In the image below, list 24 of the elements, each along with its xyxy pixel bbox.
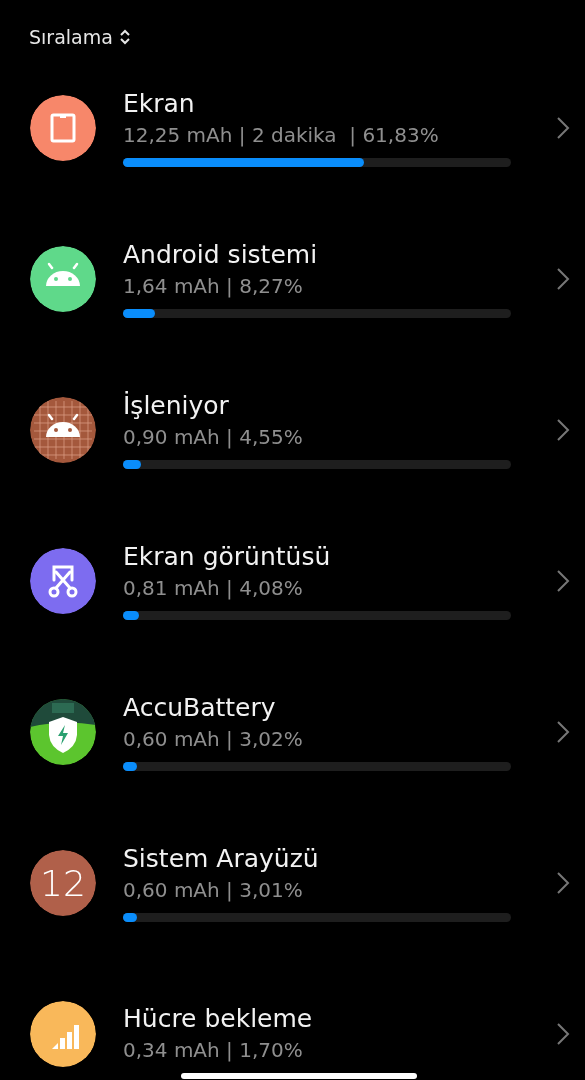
app-name: Ekran [123,88,196,120]
app-name: Sistem Arayüzü [123,843,320,875]
chevron-right-icon[interactable] [556,568,570,593]
usage-text: 0,81 mAh | 4,08% [123,575,303,602]
app-name: Ekran görüntüsü [123,541,332,573]
chevron-right-icon[interactable] [556,115,570,140]
app-name: İşleniyor [123,390,230,422]
chevron-right-icon[interactable] [556,1021,570,1046]
chevron-right-icon[interactable] [556,266,570,291]
chevron-right-icon[interactable] [556,870,570,895]
app-name: Android sistemi [123,239,319,271]
chevron-right-icon[interactable] [556,417,570,442]
usage-text: 0,90 mAh | 4,55% [123,424,303,451]
chevron-right-icon[interactable] [556,719,570,744]
usage-text: 0,60 mAh | 3,01% [123,877,303,904]
usage-text: 0,34 mAh | 1,70% [123,1036,303,1064]
sort-icon [118,28,131,46]
usage-text: 12,25 mAh | 2 dakika | 61,83% [123,122,439,149]
usage-text: 0,60 mAh | 3,02% [123,726,303,753]
logo-icon: 12 [30,849,96,916]
app-name: AccuBattery [123,692,277,724]
app-name: Hücre bekleme [123,1002,314,1035]
sort-button[interactable]: Sıralama [29,26,131,48]
usage-text: 1,64 mAh | 8,27% [123,273,303,300]
